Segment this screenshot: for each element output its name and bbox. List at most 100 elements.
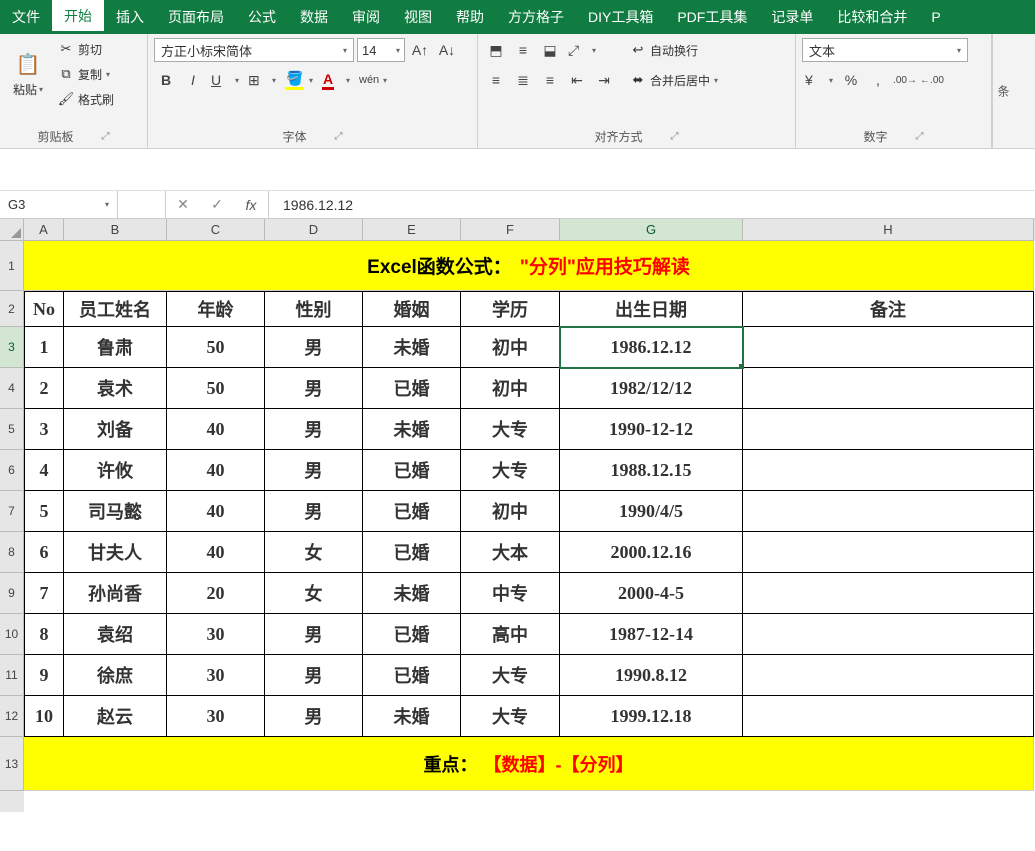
comma-button[interactable]: ,	[866, 68, 890, 92]
header-cell-D[interactable]: 性别	[265, 291, 363, 327]
column-header-B[interactable]: B	[64, 219, 167, 241]
cell-G3[interactable]: 1986.12.12	[560, 327, 743, 368]
increase-indent-button[interactable]: ⇥	[592, 68, 616, 92]
cancel-formula-button[interactable]: ✕	[166, 196, 200, 213]
format-painter-button[interactable]: 🖌格式刷	[54, 88, 118, 110]
menu-item-3[interactable]: 页面布局	[156, 0, 236, 34]
menu-item-13[interactable]: 比较和合并	[825, 0, 919, 34]
header-cell-G[interactable]: 出生日期	[560, 291, 743, 327]
font-color-button[interactable]: A▾	[319, 68, 353, 92]
row-header-3[interactable]: 3	[0, 327, 24, 368]
cell-C7[interactable]: 40	[167, 491, 265, 532]
paste-button[interactable]: 📋 粘贴▾	[6, 38, 50, 110]
cell-H7[interactable]	[743, 491, 1034, 532]
cell-D10[interactable]: 男	[265, 614, 363, 655]
header-cell-A[interactable]: No	[24, 291, 64, 327]
dialog-launcher-icon[interactable]: ⤢	[335, 131, 343, 142]
cell-F12[interactable]: 大专	[461, 696, 560, 737]
cell-F11[interactable]: 大专	[461, 655, 560, 696]
orientation-button[interactable]: ⤢▾	[565, 38, 599, 62]
row-header-8[interactable]: 8	[0, 532, 24, 573]
dialog-launcher-icon[interactable]: ⤢	[671, 131, 679, 142]
cell-A11[interactable]: 9	[24, 655, 64, 696]
cell-G10[interactable]: 1987-12-14	[560, 614, 743, 655]
increase-decimal-button[interactable]: .00→	[893, 68, 917, 92]
cell-C4[interactable]: 50	[167, 368, 265, 409]
column-header-F[interactable]: F	[461, 219, 560, 241]
cell-B7[interactable]: 司马懿	[64, 491, 167, 532]
menu-item-11[interactable]: PDF工具集	[665, 0, 759, 34]
row-header-13[interactable]: 13	[0, 737, 24, 791]
menu-item-10[interactable]: DIY工具箱	[576, 0, 665, 34]
number-format-select[interactable]: 文本▾	[802, 38, 968, 62]
cell-A4[interactable]: 2	[24, 368, 64, 409]
menu-item-7[interactable]: 视图	[392, 0, 444, 34]
italic-button[interactable]: I	[181, 68, 205, 92]
row-header-1[interactable]: 1	[0, 241, 24, 291]
cell-D8[interactable]: 女	[265, 532, 363, 573]
cell-F6[interactable]: 大专	[461, 450, 560, 491]
cell-C12[interactable]: 30	[167, 696, 265, 737]
cell-E9[interactable]: 未婚	[363, 573, 461, 614]
cell-H12[interactable]	[743, 696, 1034, 737]
cell-C5[interactable]: 40	[167, 409, 265, 450]
row-header-5[interactable]: 5	[0, 409, 24, 450]
cell-H9[interactable]	[743, 573, 1034, 614]
cell-A3[interactable]: 1	[24, 327, 64, 368]
font-size-select[interactable]: 14▾	[357, 38, 405, 62]
cell-A9[interactable]: 7	[24, 573, 64, 614]
cell-F5[interactable]: 大专	[461, 409, 560, 450]
decrease-font-button[interactable]: A↓	[435, 38, 459, 62]
cell-B11[interactable]: 徐庶	[64, 655, 167, 696]
cell-B12[interactable]: 赵云	[64, 696, 167, 737]
cell-F8[interactable]: 大本	[461, 532, 560, 573]
align-left-button[interactable]: ≡	[484, 68, 508, 92]
align-top-button[interactable]: ⬒	[484, 38, 508, 62]
align-middle-button[interactable]: ≡	[511, 38, 535, 62]
dialog-launcher-icon[interactable]: ⤢	[916, 131, 924, 142]
cell-F7[interactable]: 初中	[461, 491, 560, 532]
cell-D5[interactable]: 男	[265, 409, 363, 450]
align-bottom-button[interactable]: ⬓	[538, 38, 562, 62]
cell-H11[interactable]	[743, 655, 1034, 696]
cell-E11[interactable]: 已婚	[363, 655, 461, 696]
cell-B8[interactable]: 甘夫人	[64, 532, 167, 573]
cell-B4[interactable]: 袁术	[64, 368, 167, 409]
row-header-7[interactable]: 7	[0, 491, 24, 532]
cell-D9[interactable]: 女	[265, 573, 363, 614]
cell-G9[interactable]: 2000-4-5	[560, 573, 743, 614]
cell-C9[interactable]: 20	[167, 573, 265, 614]
menu-item-6[interactable]: 审阅	[340, 0, 392, 34]
column-header-D[interactable]: D	[265, 219, 363, 241]
cell-H8[interactable]	[743, 532, 1034, 573]
column-header-G[interactable]: G	[560, 219, 743, 241]
cell-G11[interactable]: 1990.8.12	[560, 655, 743, 696]
row-header-2[interactable]: 2	[0, 291, 24, 327]
header-cell-C[interactable]: 年龄	[167, 291, 265, 327]
fill-color-button[interactable]: 🪣▾	[282, 68, 316, 92]
decrease-indent-button[interactable]: ⇤	[565, 68, 589, 92]
cell-A8[interactable]: 6	[24, 532, 64, 573]
row-header-4[interactable]: 4	[0, 368, 24, 409]
cell-H3[interactable]	[743, 327, 1034, 368]
cell-C11[interactable]: 30	[167, 655, 265, 696]
cell-F10[interactable]: 高中	[461, 614, 560, 655]
accounting-format-button[interactable]: ¥▾	[802, 68, 836, 92]
cell-H6[interactable]	[743, 450, 1034, 491]
cell-E10[interactable]: 已婚	[363, 614, 461, 655]
menu-item-8[interactable]: 帮助	[444, 0, 496, 34]
cell-F4[interactable]: 初中	[461, 368, 560, 409]
cell-E4[interactable]: 已婚	[363, 368, 461, 409]
header-cell-F[interactable]: 学历	[461, 291, 560, 327]
column-header-E[interactable]: E	[363, 219, 461, 241]
cell-E8[interactable]: 已婚	[363, 532, 461, 573]
cell-A5[interactable]: 3	[24, 409, 64, 450]
enter-formula-button[interactable]: ✓	[200, 196, 234, 213]
border-button[interactable]: ⊞▾	[245, 68, 279, 92]
cell-G7[interactable]: 1990/4/5	[560, 491, 743, 532]
merge-center-button[interactable]: ⬌合并后居中▾	[626, 68, 722, 92]
increase-font-button[interactable]: A↑	[408, 38, 432, 62]
cut-button[interactable]: ✂剪切	[54, 38, 118, 60]
cell-C3[interactable]: 50	[167, 327, 265, 368]
cell-A10[interactable]: 8	[24, 614, 64, 655]
